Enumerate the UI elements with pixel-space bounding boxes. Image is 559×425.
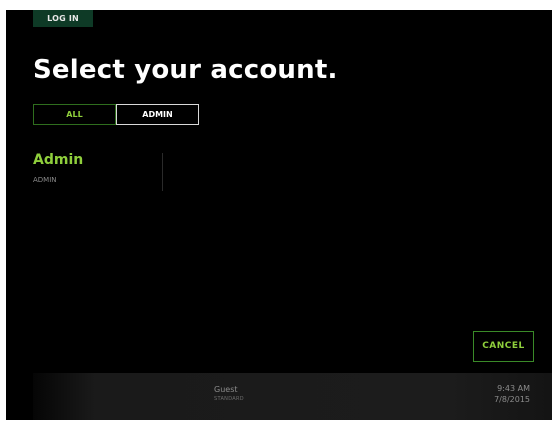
tile-divider [162, 153, 163, 191]
clock-date: 7/8/2015 [494, 395, 530, 404]
account-filter: ALL ADMIN [33, 104, 199, 125]
log-in-tab[interactable]: LOG IN [33, 10, 93, 27]
account-tile-admin[interactable]: Admin ADMIN [33, 152, 161, 192]
account-selection-screen: LOG IN Select your account. ALL ADMIN Ad… [6, 10, 552, 420]
account-name: Admin [33, 152, 84, 168]
status-bar: Guest STANDARD 9:43 AM 7/8/2015 [33, 373, 552, 420]
current-user-name: Guest [214, 385, 238, 394]
clock-time: 9:43 AM [497, 384, 530, 393]
filter-all-button[interactable]: ALL [33, 104, 116, 125]
account-role: ADMIN [33, 176, 57, 184]
current-user-type: STANDARD [214, 396, 244, 402]
filter-admin-button[interactable]: ADMIN [116, 104, 199, 125]
page-title: Select your account. [33, 55, 338, 85]
cancel-button[interactable]: CANCEL [473, 331, 534, 362]
